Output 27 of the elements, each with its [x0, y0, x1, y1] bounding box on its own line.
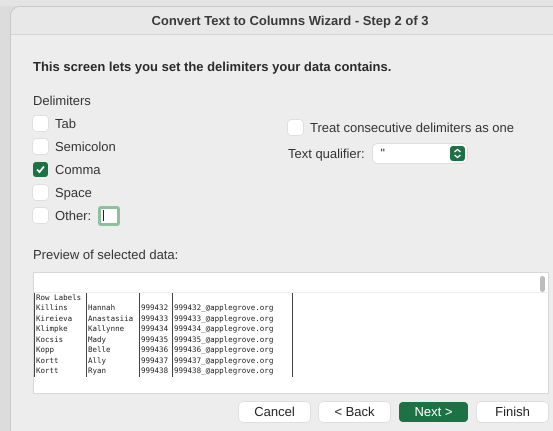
checkbox-label: Space: [55, 184, 92, 202]
checkbox[interactable]: [288, 120, 303, 136]
checkbox[interactable]: [33, 139, 48, 154]
checkbox-label: Semicolon: [55, 138, 116, 156]
primary-button[interactable]: Next >: [399, 402, 468, 422]
dialog-button[interactable]: Finish: [477, 402, 548, 422]
checkbox-label: Tab: [55, 114, 76, 133]
dialog-button[interactable]: Cancel: [239, 402, 310, 422]
field-label: Text qualifier:: [288, 144, 365, 163]
checkbox-label: Other:: [55, 206, 92, 225]
checkmark-icon: [35, 164, 46, 175]
checkbox[interactable]: [33, 116, 48, 131]
section-label: Preview of selected data:: [33, 246, 178, 264]
checkbox[interactable]: [33, 185, 48, 200]
text-qualifier-select[interactable]: ": [372, 144, 467, 163]
checkbox[interactable]: [33, 162, 48, 177]
checkbox-label: Comma: [55, 160, 101, 179]
stepper-icon: [450, 146, 465, 161]
scrollbar-thumb[interactable]: [540, 276, 545, 292]
checkbox-label: Treat consecutive delimiters as one: [310, 119, 514, 137]
dialog-button[interactable]: < Back: [319, 402, 390, 422]
checkbox[interactable]: [33, 208, 48, 223]
section-label: Delimiters: [33, 92, 91, 110]
instruction-text: This screen lets you set the delimiters your data contains.: [33, 58, 392, 76]
input-field[interactable]: [98, 206, 120, 226]
window-title: Convert Text to Columns Wizard - Step 2 of 3: [152, 12, 428, 30]
select-value: ": [380, 145, 385, 162]
